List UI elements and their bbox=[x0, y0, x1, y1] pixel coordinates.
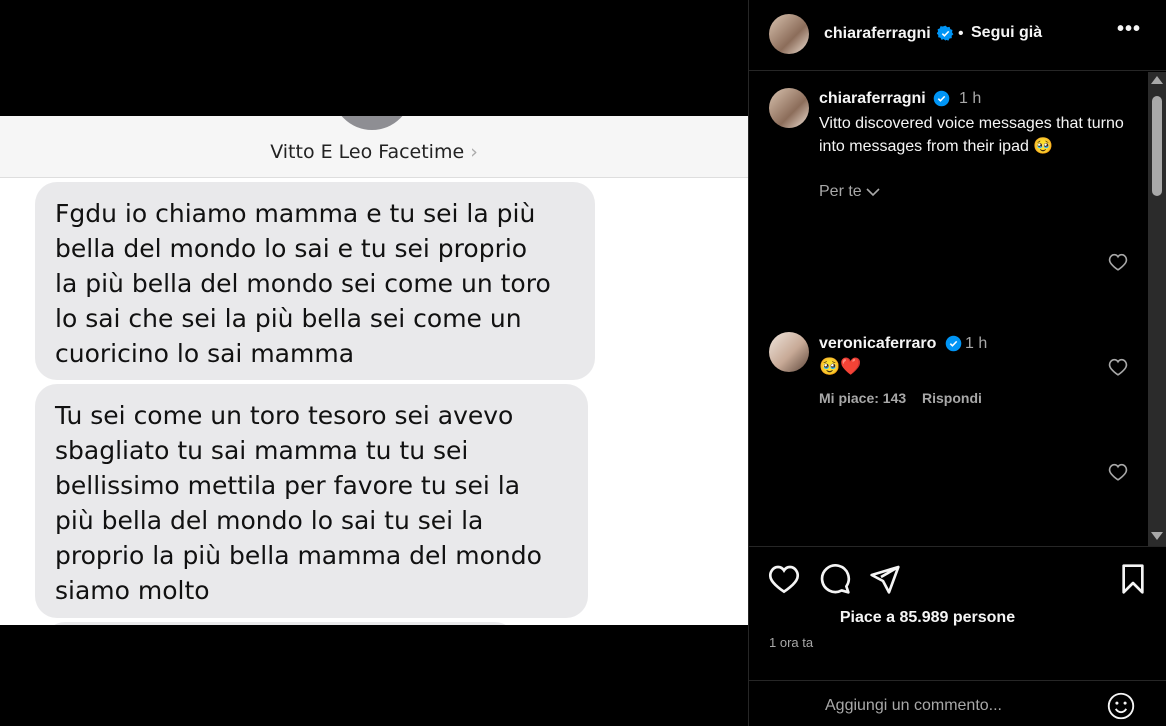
header-username[interactable]: chiaraferragni bbox=[824, 25, 931, 43]
comment-icon[interactable] bbox=[819, 563, 851, 595]
post-media[interactable]: Vitto E Leo Facetime › Fgdu io chiamo ma… bbox=[0, 0, 748, 726]
comment-text: 🥹❤️ bbox=[819, 357, 862, 376]
comment-input[interactable] bbox=[825, 697, 1095, 715]
comment-likes[interactable]: Mi piace: 143 bbox=[819, 390, 906, 406]
emoji-icon[interactable] bbox=[1107, 692, 1135, 720]
scroll-down-arrow[interactable] bbox=[1151, 532, 1163, 540]
likes-count[interactable]: Piace a 85.989 persone bbox=[749, 609, 1106, 627]
post-header: chiaraferragni • Segui già ••• bbox=[749, 0, 1166, 71]
message-bubble-partial bbox=[45, 622, 515, 625]
screenshot-image: Vitto E Leo Facetime › Fgdu io chiamo ma… bbox=[0, 116, 748, 625]
post-actions: Piace a 85.989 persone 1 ora ta bbox=[749, 546, 1166, 666]
chevron-down-icon bbox=[866, 188, 880, 196]
caption-username[interactable]: chiaraferragni bbox=[819, 90, 926, 108]
post-time[interactable]: 1 ora ta bbox=[769, 635, 813, 650]
message-bubble: Tu sei come un toro tesoro sei avevo sba… bbox=[35, 384, 588, 618]
comment-username[interactable]: veronicaferraro bbox=[819, 335, 936, 353]
share-icon[interactable] bbox=[869, 563, 901, 595]
scrollbar-thumb[interactable] bbox=[1152, 96, 1162, 196]
following-button[interactable]: Segui già bbox=[971, 24, 1042, 42]
heart-icon[interactable] bbox=[1108, 463, 1128, 481]
post-details-panel: chiaraferragni • Segui già ••• chiarafer… bbox=[749, 0, 1166, 726]
comment-time[interactable]: 1 h bbox=[965, 335, 987, 353]
contact-avatar bbox=[332, 116, 412, 130]
verified-icon bbox=[945, 335, 962, 352]
separator-dot: • bbox=[958, 25, 964, 42]
comment-composer bbox=[749, 680, 1166, 726]
verified-icon bbox=[933, 90, 950, 107]
caption-time[interactable]: 1 h bbox=[959, 90, 981, 108]
heart-icon[interactable] bbox=[768, 563, 800, 595]
reply-button[interactable]: Rispondi bbox=[922, 390, 982, 406]
message-bubble: Fgdu io chiamo mamma e tu sei la più bel… bbox=[35, 182, 595, 380]
translation-toggle[interactable]: Per te bbox=[819, 183, 880, 201]
caption-avatar[interactable] bbox=[769, 88, 809, 128]
contact-name: Vitto E Leo Facetime › bbox=[270, 141, 478, 163]
heart-icon[interactable] bbox=[1108, 358, 1128, 376]
heart-icon[interactable] bbox=[1108, 253, 1128, 271]
verified-icon bbox=[937, 25, 954, 41]
caption-text: Vitto discovered voice messages that tur… bbox=[819, 115, 1124, 155]
more-icon[interactable]: ••• bbox=[1117, 18, 1141, 41]
imessage-header: Vitto E Leo Facetime › bbox=[0, 116, 748, 178]
scroll-up-arrow[interactable] bbox=[1151, 76, 1163, 84]
comment-avatar[interactable] bbox=[769, 332, 809, 372]
bookmark-icon[interactable] bbox=[1117, 563, 1149, 595]
avatar[interactable] bbox=[769, 14, 809, 54]
